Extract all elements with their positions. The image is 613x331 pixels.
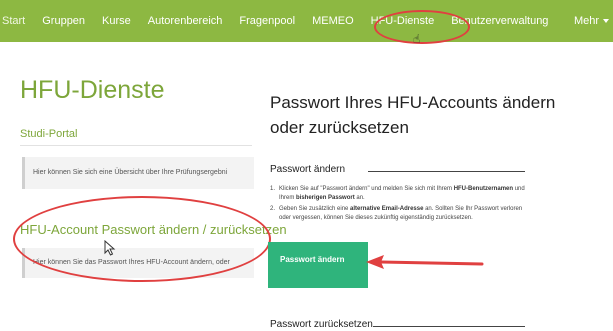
step-text-part: an. — [354, 195, 365, 201]
nav-item-benutzerverwaltung[interactable]: Benutzerverwaltung — [451, 0, 548, 42]
step-text-part: Geben Sie zusätzlich eine — [279, 206, 351, 212]
studi-portal-description: Hier können Sie sich eine Übersicht über… — [22, 157, 254, 189]
list-item: 2. Geben Sie zusätzlich eine alternative… — [270, 205, 530, 223]
change-password-button[interactable]: Passwort ändern — [268, 242, 368, 288]
step-text: Klicken Sie auf "Passwort ändern" und me… — [279, 185, 530, 203]
heading-rule — [373, 326, 525, 327]
annotation-arrow-icon — [366, 255, 484, 269]
step-number: 2. — [270, 206, 276, 212]
heading-rule — [368, 171, 525, 172]
change-password-heading: Passwort ändern — [270, 164, 346, 175]
nav-more-menu[interactable]: Mehr — [574, 0, 609, 42]
step-number: 1. — [270, 186, 276, 192]
chevron-down-icon — [603, 19, 609, 24]
nav-more-label: Mehr — [573, 15, 599, 27]
step-emphasis: alternative Email-Adresse — [350, 206, 424, 212]
password-description: Hier können Sie das Passwort Ihres HFU-A… — [22, 248, 254, 278]
hfu-account-password-link[interactable]: HFU-Account Passwort ändern / zurücksetz… — [20, 222, 287, 237]
password-page-title: Passwort Ihres HFU-Accounts ändern oder … — [270, 93, 556, 137]
step-text-part: Klicken Sie auf "Passwort ändern" und me… — [279, 186, 454, 192]
nav-item-gruppen[interactable]: Gruppen — [42, 0, 85, 42]
nav-item-memeo[interactable]: MEMEO — [312, 0, 354, 42]
section-divider — [20, 145, 252, 146]
studi-portal-link[interactable]: Studi-Portal — [20, 128, 77, 140]
top-navigation: Start Gruppen Kurse Autorenbereich Frage… — [0, 0, 613, 42]
step-emphasis: HFU-Benutzernamen — [453, 186, 514, 192]
nav-item-fragenpool[interactable]: Fragenpool — [239, 0, 295, 42]
step-emphasis: bisherigen Passwort — [296, 195, 355, 201]
list-item: 1. Klicken Sie auf "Passwort ändern" und… — [270, 185, 530, 203]
hand-cursor-icon: ☝ — [413, 32, 421, 46]
nav-item-start[interactable]: Start — [2, 0, 25, 42]
step-text: Geben Sie zusätzlich eine alternative Em… — [279, 205, 530, 223]
instruction-list: 1. Klicken Sie auf "Passwort ändern" und… — [270, 185, 530, 225]
mouse-pointer-icon — [104, 240, 116, 256]
nav-item-hfu-dienste[interactable]: HFU-Dienste — [371, 0, 435, 42]
page-title: HFU-Dienste — [20, 76, 165, 104]
nav-item-autorenbereich[interactable]: Autorenbereich — [148, 0, 223, 42]
nav-item-kurse[interactable]: Kurse — [102, 0, 131, 42]
reset-password-heading: Passwort zurücksetzen — [270, 319, 373, 330]
